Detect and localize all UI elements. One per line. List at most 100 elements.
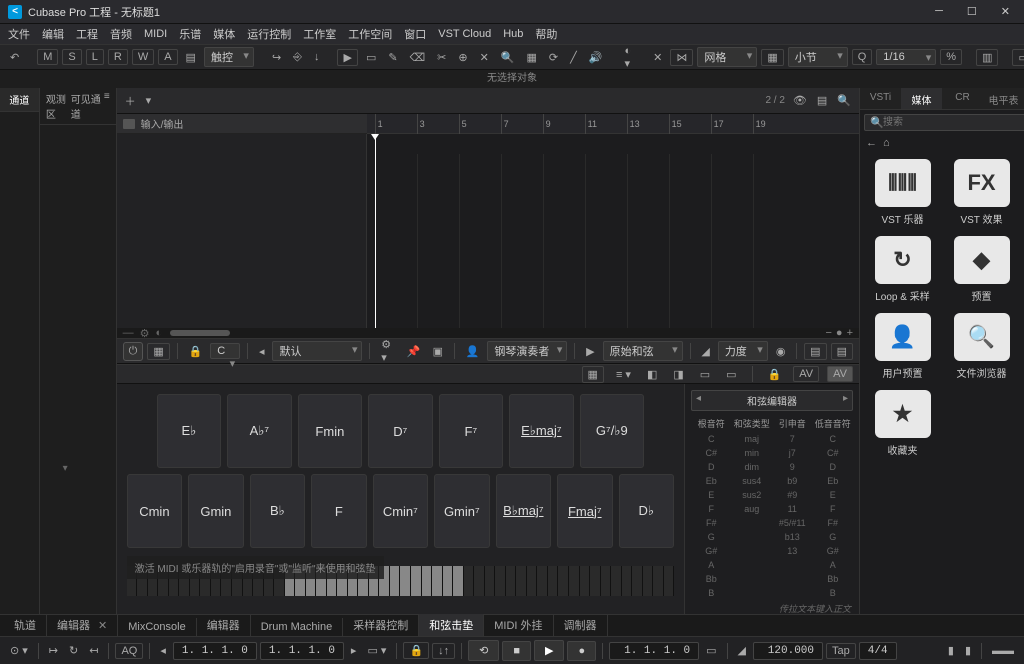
filter-a-icon[interactable]: ◧	[643, 366, 661, 383]
pin-icon[interactable]: 📌	[403, 343, 425, 360]
grid-type-select[interactable]: 小节	[788, 47, 848, 67]
prev-button[interactable]: ⟲	[468, 640, 499, 661]
listen-button[interactable]: L	[86, 49, 104, 65]
playhead[interactable]	[375, 134, 376, 328]
menu-帮助[interactable]: 帮助	[535, 26, 557, 42]
mode-prev-icon[interactable]: ▶	[582, 343, 598, 360]
tab-tracks[interactable]: 轨道	[4, 614, 47, 636]
minimize-button[interactable]: ─	[929, 3, 949, 20]
time-sig-field[interactable]: 4/4	[859, 642, 897, 660]
chord-cell[interactable]: F	[813, 502, 854, 516]
tab-channel[interactable]: 通道	[0, 88, 39, 112]
tab-sampler[interactable]: 采样器控制	[343, 614, 419, 636]
chord-cell[interactable]: dim	[732, 460, 773, 474]
tab-modulator[interactable]: 调制器	[554, 614, 608, 636]
close-icon[interactable]: ✕	[98, 620, 107, 632]
zoom-tool[interactable]: 🔍	[497, 49, 519, 66]
chord-cell[interactable]: maj	[732, 432, 773, 446]
punch-in-icon[interactable]: ↦	[45, 642, 62, 659]
filter-c-icon[interactable]: ▭	[696, 366, 714, 383]
chord-cell[interactable]: F#	[691, 516, 732, 530]
chord-cell[interactable]: Bb	[813, 572, 854, 586]
media-item-fx[interactable]: FXVST 效果	[947, 159, 1016, 226]
range-tool[interactable]: ▭	[362, 49, 380, 66]
aq-button[interactable]: AQ	[115, 643, 143, 659]
chord-pad[interactable]: F⁷	[439, 394, 503, 468]
lock-icon[interactable]: 🔒	[185, 343, 207, 360]
view-grid-icon[interactable]: ▦	[582, 366, 604, 383]
chord-cell[interactable]: C	[691, 432, 732, 446]
menu-VST Cloud[interactable]: VST Cloud	[438, 28, 491, 40]
tab-midi-plugin[interactable]: MIDI 外挂	[484, 614, 553, 636]
track-options-icon[interactable]: ▾	[144, 92, 154, 109]
layout-a-icon[interactable]: ▥	[976, 49, 998, 66]
menu-文件[interactable]: 文件	[8, 26, 30, 42]
undo-history-icon[interactable]: ↶	[6, 49, 23, 66]
menu-工作室[interactable]: 工作室	[303, 26, 336, 42]
track-list[interactable]: ▾	[117, 134, 367, 328]
chord-cell[interactable]: 13	[772, 544, 813, 558]
punch-loop-icon[interactable]: ↻	[65, 642, 82, 659]
tempo-track-icon[interactable]: ◢	[734, 642, 750, 659]
chord-mode-select[interactable]: 原始和弦	[603, 341, 683, 361]
chord-cell[interactable]: A	[813, 558, 854, 572]
play-tool[interactable]: 🔊	[585, 49, 607, 66]
tab-mixconsole[interactable]: MixConsole	[118, 618, 196, 636]
search-icon[interactable]: 🔍	[835, 92, 853, 109]
chord-cell[interactable]: B	[813, 586, 854, 600]
chord-cell[interactable]: sus4	[732, 474, 773, 488]
right-tab-CR[interactable]: CR	[942, 88, 983, 109]
automation-button[interactable]: A	[158, 49, 177, 65]
chord-cell[interactable]: 7	[772, 432, 813, 446]
chord-cell[interactable]: G#	[691, 544, 732, 558]
velocity-dial[interactable]: ◉	[772, 343, 790, 360]
left-locator[interactable]: 1. 1. 1. 0	[173, 642, 257, 660]
maximize-button[interactable]: ☐	[961, 3, 983, 20]
list-icon[interactable]: ▤	[815, 92, 829, 109]
chord-cell[interactable]: min	[732, 446, 773, 460]
time-format-icon[interactable]: ▭	[702, 642, 720, 659]
quantize-button[interactable]: Q	[852, 49, 873, 65]
menu-运行控制[interactable]: 运行控制	[247, 26, 291, 42]
chord-cell[interactable]: F	[691, 502, 732, 516]
read-button[interactable]: R	[108, 49, 128, 65]
lock-transport-icon[interactable]: 🔒	[403, 642, 429, 659]
right-tab-VSTi[interactable]: VSTi	[860, 88, 901, 109]
marker-icon[interactable]: ↓	[310, 49, 324, 65]
menu-编辑[interactable]: 编辑	[42, 26, 64, 42]
cut-tool[interactable]: ✂	[433, 49, 450, 66]
menu-窗口[interactable]: 窗口	[404, 26, 426, 42]
chord-cell[interactable]: G#	[813, 544, 854, 558]
menu-音频[interactable]: 音频	[110, 26, 132, 42]
filter-d-icon[interactable]: ▭	[722, 366, 740, 383]
add-track-icon[interactable]: ＋	[123, 91, 138, 111]
punch-icon[interactable]: ⎆	[289, 49, 306, 66]
marker-next-icon[interactable]: ▸	[347, 642, 361, 659]
media-item-file[interactable]: 🔍文件浏览器	[947, 313, 1016, 380]
velocity-icon[interactable]: ◢	[697, 343, 713, 360]
av-b-button[interactable]: AV	[827, 366, 853, 382]
chord-pad[interactable]: G⁷/♭9	[580, 394, 644, 468]
menu-工作空间[interactable]: 工作空间	[348, 26, 392, 42]
erase-tool[interactable]: ⌫	[406, 49, 430, 66]
filter-b-icon[interactable]: ◨	[669, 366, 687, 383]
view-icon[interactable]: 👁	[791, 92, 809, 109]
grid-type-icon[interactable]: ▦	[761, 49, 783, 66]
arrangement-area[interactable]	[367, 134, 859, 328]
chord-pad[interactable]: D♭	[619, 474, 674, 548]
cycle-icon[interactable]: ↓↑	[432, 643, 455, 659]
chord-cell[interactable]: C#	[813, 446, 854, 460]
chord-pad[interactable]: Cmin	[127, 474, 182, 548]
tab-viewport[interactable]: 观测区	[46, 91, 71, 121]
timeline-ruler[interactable]: 135791113151719	[367, 114, 859, 134]
tab-visibility[interactable]: 可见通道	[71, 91, 104, 121]
chord-pad[interactable]: Fmaj⁷	[557, 474, 612, 548]
marker-prev-icon[interactable]: ◂	[156, 642, 170, 659]
selection-tool[interactable]: ▶	[337, 49, 357, 66]
chord-cell[interactable]: B	[691, 586, 732, 600]
menu-乐谱[interactable]: 乐谱	[179, 26, 201, 42]
tab-chord-pads[interactable]: 和弦击垫	[419, 614, 484, 636]
chord-cell[interactable]: 9	[772, 460, 813, 474]
chord-cell[interactable]: C	[813, 432, 854, 446]
locator-range-icon[interactable]: ▭ ▾	[363, 642, 390, 659]
